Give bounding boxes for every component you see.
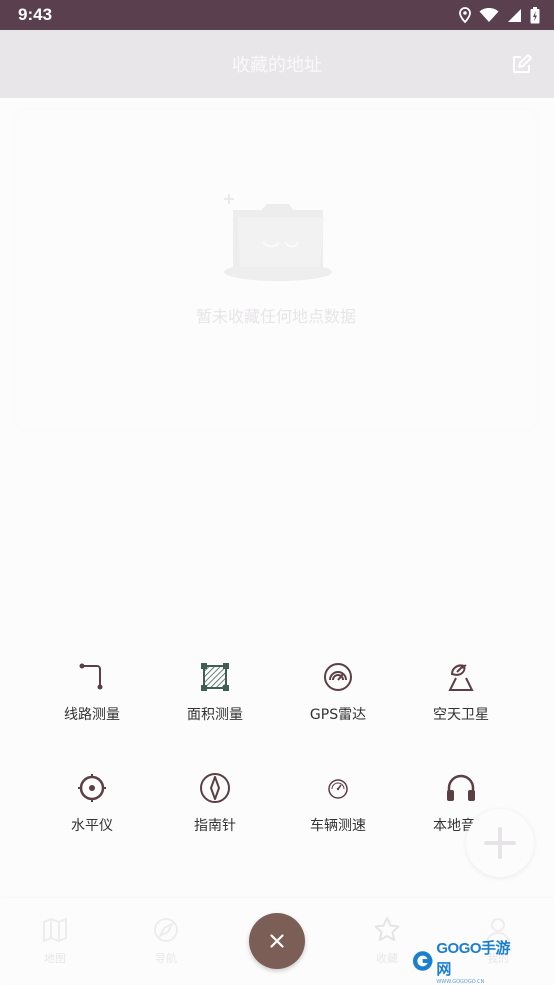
tool-speed[interactable]: 车辆测速 xyxy=(288,761,388,851)
location-icon xyxy=(459,7,471,23)
page-title: 收藏的地址 xyxy=(232,55,322,76)
watermark-text-group: GOGO手游网 WWW.GOGOGO.CN xyxy=(436,937,522,985)
status-bar: 9:43 xyxy=(0,0,554,30)
watermark-sub: WWW.GOGOGO.CN xyxy=(436,979,485,985)
map-icon xyxy=(43,917,67,943)
status-icons xyxy=(459,6,540,24)
headphones-icon xyxy=(447,774,475,801)
edit-button[interactable] xyxy=(510,52,534,76)
nav-item-map[interactable]: 地图 xyxy=(25,916,85,966)
edit-icon xyxy=(513,54,532,73)
tool-area-measure[interactable]: 面积测量 xyxy=(165,650,265,740)
tool-satellite[interactable]: 空天卫星 xyxy=(411,650,511,740)
battery-icon xyxy=(530,6,540,23)
star-icon xyxy=(374,917,400,941)
tool-label: GPS雷达 xyxy=(309,707,367,723)
nav-label: 地图 xyxy=(44,952,66,965)
close-menu-button[interactable] xyxy=(249,913,305,969)
tool-route-measure[interactable]: 线路测量 xyxy=(42,650,142,740)
speedometer-icon xyxy=(328,779,348,799)
tool-label: 线路测量 xyxy=(64,707,120,723)
plus-icon xyxy=(484,827,516,859)
wifi-icon xyxy=(479,8,499,22)
nav-item-favorites[interactable]: 收藏 xyxy=(357,916,417,966)
close-icon xyxy=(270,934,284,948)
nav-label: 收藏 xyxy=(376,952,398,965)
tool-label: 水平仪 xyxy=(71,818,113,834)
navigation-icon xyxy=(154,918,178,942)
tool-compass[interactable]: 指南针 xyxy=(165,761,265,851)
favorites-card: 暂未收藏任何地点数据 xyxy=(16,110,536,430)
satellite-dish-icon xyxy=(448,664,474,691)
watermark-logo-icon xyxy=(412,951,433,971)
title-bar: 收藏的地址 xyxy=(0,30,554,98)
empty-message: 暂未收藏任何地点数据 xyxy=(195,307,356,326)
status-time: 9:43 xyxy=(18,5,53,24)
compass-icon xyxy=(200,773,230,803)
nav-label: 导航 xyxy=(155,952,177,965)
watermark: GOGO手游网 WWW.GOGOGO.CN xyxy=(412,940,522,985)
nav-item-navigation[interactable]: 导航 xyxy=(136,916,196,966)
signal-icon xyxy=(508,8,521,22)
route-icon xyxy=(79,663,103,690)
level-icon xyxy=(78,774,106,802)
tool-label: 空天卫星 xyxy=(433,707,489,723)
area-icon xyxy=(201,663,229,691)
watermark-text: GOGO手游网 xyxy=(436,940,511,978)
add-location-button[interactable] xyxy=(466,809,534,877)
tool-gps-radar[interactable]: GPS雷达 xyxy=(288,650,388,740)
tool-label: 车辆测速 xyxy=(310,818,366,834)
radar-icon xyxy=(324,663,352,691)
tool-level[interactable]: 水平仪 xyxy=(42,761,142,851)
tool-label: 面积测量 xyxy=(187,707,243,723)
tool-label: 指南针 xyxy=(194,818,236,834)
empty-folder-icon xyxy=(224,194,332,281)
